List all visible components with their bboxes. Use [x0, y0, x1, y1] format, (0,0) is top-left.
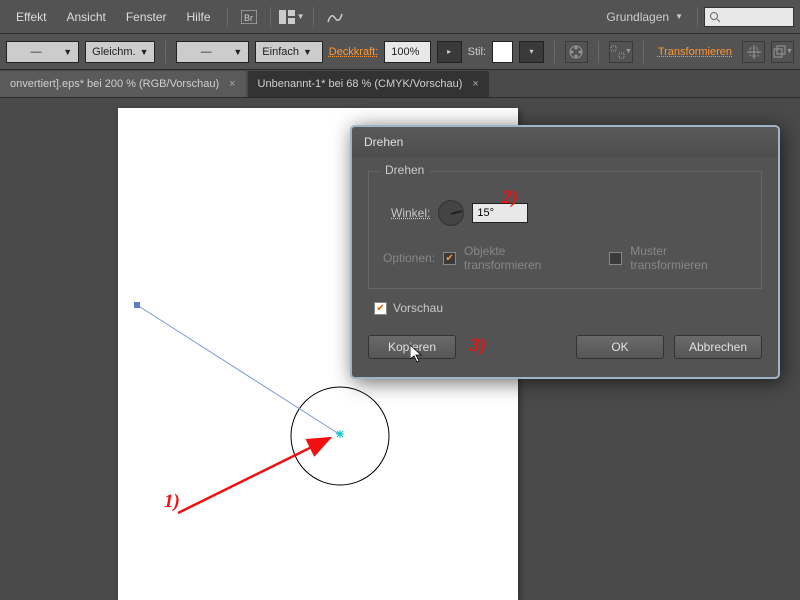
menu-fenster[interactable]: Fenster [116, 4, 177, 30]
menu-ansicht[interactable]: Ansicht [56, 4, 115, 30]
rotate-group: Drehen Winkel: Optionen: Objekte transfo… [368, 171, 762, 289]
arrange-docs-icon[interactable]: ▼ [279, 6, 305, 28]
menu-hilfe[interactable]: Hilfe [177, 4, 221, 30]
transform-link[interactable]: Transformieren [654, 46, 736, 58]
align-icon[interactable]: ▼ [609, 41, 633, 63]
bridge-icon[interactable]: Br [236, 6, 262, 28]
group-legend: Drehen [379, 163, 430, 177]
annotation-3: 3) [470, 335, 486, 357]
options-label: Optionen: [383, 251, 435, 265]
profile-dropdown[interactable]: —▼ [6, 41, 79, 63]
transform-icon-2[interactable]: ▼ [771, 41, 794, 63]
transform-objects-label: Objekte transformieren [464, 244, 585, 272]
close-icon[interactable]: × [472, 78, 478, 90]
preview-checkbox[interactable] [374, 302, 387, 315]
tab-document-2[interactable]: Unbenannt-1* bei 68 % (CMYK/Vorschau)× [248, 71, 489, 97]
workspace-switcher[interactable]: Grundlagen▼ [598, 6, 691, 28]
search-input[interactable] [704, 7, 794, 27]
dialog-titlebar[interactable]: Drehen [352, 127, 778, 157]
style-label: Stil: [468, 46, 486, 58]
options-bar: —▼ Gleichm.▼ —▼ Einfach▼ Deckkraft: 100%… [0, 34, 800, 70]
app-menubar: Effekt Ansicht Fenster Hilfe Br ▼ Grundl… [0, 0, 800, 34]
cancel-button[interactable]: Abbrechen [674, 335, 762, 359]
close-icon[interactable]: × [229, 78, 235, 90]
transform-objects-checkbox [443, 252, 456, 265]
annotation-1: 1) [164, 491, 180, 513]
angle-input[interactable] [472, 203, 528, 223]
profile-name[interactable]: Gleichm.▼ [85, 41, 155, 63]
recolor-icon[interactable] [565, 41, 588, 63]
transform-icon-1[interactable] [742, 41, 765, 63]
document-tabs: onvertiert].eps* bei 200 % (RGB/Vorschau… [0, 70, 800, 98]
svg-text:Br: Br [244, 13, 253, 23]
style-stepper[interactable]: ▾ [519, 41, 544, 63]
gpu-icon[interactable] [322, 6, 348, 28]
angle-dial[interactable] [438, 200, 464, 226]
transform-patterns-checkbox [609, 252, 622, 265]
opacity-input[interactable]: 100% [384, 41, 430, 63]
angle-label: Winkel: [391, 206, 430, 220]
rotate-dialog: Drehen Drehen Winkel: Optionen: Objekte … [350, 125, 780, 379]
brush-dropdown[interactable]: —▼ [176, 41, 249, 63]
brush-name[interactable]: Einfach▼ [255, 41, 322, 63]
tab-document-1[interactable]: onvertiert].eps* bei 200 % (RGB/Vorschau… [0, 71, 246, 97]
workspace-label: Grundlagen [606, 10, 669, 24]
search-icon [709, 11, 721, 23]
preview-label: Vorschau [393, 301, 443, 315]
style-swatch[interactable] [492, 41, 513, 63]
ok-button[interactable]: OK [576, 335, 664, 359]
opacity-stepper[interactable]: ▸ [437, 41, 462, 63]
opacity-label: Deckkraft: [329, 46, 379, 58]
copy-button[interactable]: Kopieren [368, 335, 456, 359]
annotation-2: 2) [502, 187, 518, 209]
transform-patterns-label: Muster transformieren [630, 244, 747, 272]
menu-effekt[interactable]: Effekt [6, 4, 56, 30]
